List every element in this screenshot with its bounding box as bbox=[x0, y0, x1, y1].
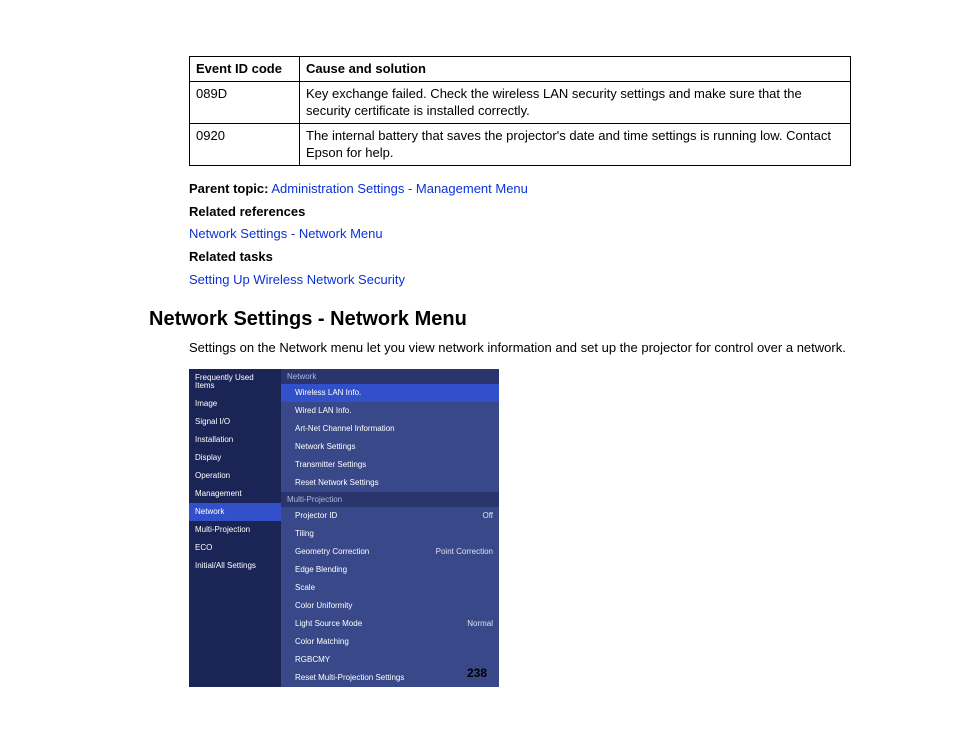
related-references-label: Related references bbox=[189, 203, 851, 222]
page-number: 238 bbox=[0, 666, 954, 680]
menu-item-label: Color Matching bbox=[295, 638, 349, 646]
menu-left-item[interactable]: Operation bbox=[189, 467, 281, 485]
topic-block: Parent topic: Administration Settings - … bbox=[189, 180, 851, 290]
menu-item-label: Tiling bbox=[295, 530, 314, 538]
table-row: 089DKey exchange failed. Check the wirel… bbox=[190, 81, 851, 123]
parent-topic-label: Parent topic: bbox=[189, 181, 268, 196]
menu-screenshot: Frequently Used ItemsImageSignal I/OInst… bbox=[189, 369, 499, 687]
table-header-cause: Cause and solution bbox=[300, 57, 851, 82]
menu-item-label: Color Uniformity bbox=[295, 602, 352, 610]
menu-left-item[interactable]: Initial/All Settings bbox=[189, 557, 281, 575]
event-cause: The internal battery that saves the proj… bbox=[300, 123, 851, 165]
menu-item-value: Off bbox=[482, 512, 493, 520]
menu-item-value: Point Correction bbox=[436, 548, 493, 556]
menu-left-item[interactable]: Network bbox=[189, 503, 281, 521]
menu-right-item[interactable]: Edge Blending bbox=[281, 561, 499, 579]
menu-right-item[interactable]: Reset Network Settings bbox=[281, 474, 499, 492]
menu-item-label: Reset Network Settings bbox=[295, 479, 379, 487]
menu-item-label: Wireless LAN Info. bbox=[295, 389, 361, 397]
section-body: Settings on the Network menu let you vie… bbox=[189, 339, 851, 357]
menu-right-item[interactable]: Transmitter Settings bbox=[281, 456, 499, 474]
event-cause: Key exchange failed. Check the wireless … bbox=[300, 81, 851, 123]
menu-right-item[interactable]: Color Matching bbox=[281, 633, 499, 651]
menu-left-item[interactable]: Display bbox=[189, 449, 281, 467]
menu-left-item[interactable]: Multi-Projection bbox=[189, 521, 281, 539]
menu-item-label: Transmitter Settings bbox=[295, 461, 366, 469]
menu-item-label: Geometry Correction bbox=[295, 548, 369, 556]
menu-left-item[interactable]: Signal I/O bbox=[189, 413, 281, 431]
related-references-link[interactable]: Network Settings - Network Menu bbox=[189, 225, 851, 244]
menu-item-label: Projector ID bbox=[295, 512, 337, 520]
menu-right-item[interactable]: Scale bbox=[281, 579, 499, 597]
event-code: 0920 bbox=[190, 123, 300, 165]
event-id-table: Event ID code Cause and solution 089DKey… bbox=[189, 56, 851, 166]
menu-item-label: Network Settings bbox=[295, 443, 355, 451]
menu-right-item[interactable]: Light Source Mode Normal bbox=[281, 615, 499, 633]
parent-topic-link[interactable]: Administration Settings - Management Men… bbox=[271, 181, 528, 196]
menu-right-item[interactable]: Network Settings bbox=[281, 438, 499, 456]
menu-right-item[interactable]: Wired LAN Info. bbox=[281, 402, 499, 420]
event-code: 089D bbox=[190, 81, 300, 123]
menu-item-label: Wired LAN Info. bbox=[295, 407, 351, 415]
menu-right-item[interactable]: Projector ID Off bbox=[281, 507, 499, 525]
menu-item-label: Art-Net Channel Information bbox=[295, 425, 395, 433]
menu-right-item[interactable]: Art-Net Channel Information bbox=[281, 420, 499, 438]
menu-group-header: Multi-Projection bbox=[281, 492, 499, 507]
related-tasks-link[interactable]: Setting Up Wireless Network Security bbox=[189, 271, 851, 290]
menu-left-item[interactable]: Frequently Used Items bbox=[189, 369, 281, 395]
menu-left-item[interactable]: Installation bbox=[189, 431, 281, 449]
menu-item-label: Light Source Mode bbox=[295, 620, 362, 628]
menu-item-label: Scale bbox=[295, 584, 315, 592]
table-row: 0920The internal battery that saves the … bbox=[190, 123, 851, 165]
menu-left-item[interactable]: ECO bbox=[189, 539, 281, 557]
menu-item-value: Normal bbox=[467, 620, 493, 628]
menu-right-item[interactable]: Color Uniformity bbox=[281, 597, 499, 615]
menu-item-label: RGBCMY bbox=[295, 656, 330, 664]
menu-left-item[interactable]: Image bbox=[189, 395, 281, 413]
menu-item-label: Edge Blending bbox=[295, 566, 347, 574]
related-tasks-label: Related tasks bbox=[189, 248, 851, 267]
menu-group-header: Network bbox=[281, 369, 499, 384]
menu-right-item[interactable]: Wireless LAN Info. bbox=[281, 384, 499, 402]
table-header-code: Event ID code bbox=[190, 57, 300, 82]
section-heading: Network Settings - Network Menu bbox=[149, 308, 851, 331]
menu-right-item[interactable]: Geometry Correction Point Correction bbox=[281, 543, 499, 561]
menu-left-item[interactable]: Management bbox=[189, 485, 281, 503]
menu-right-item[interactable]: Tiling bbox=[281, 525, 499, 543]
